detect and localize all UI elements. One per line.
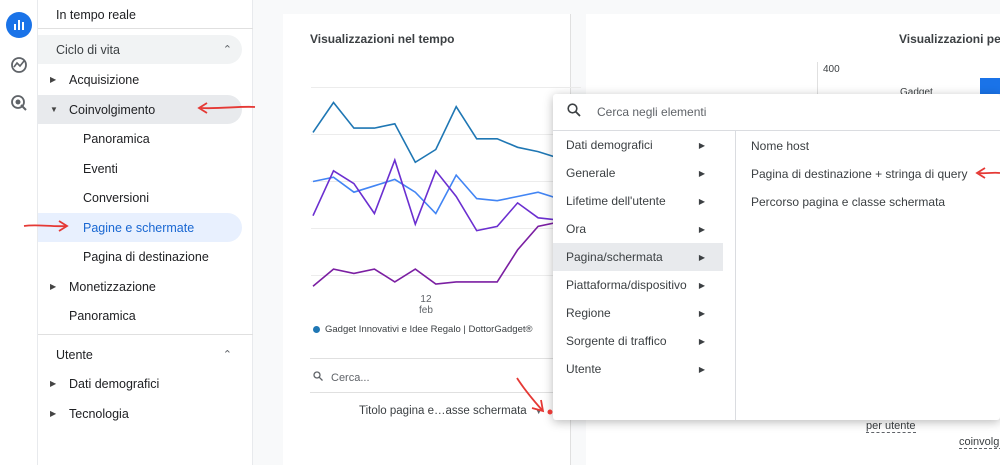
divider — [38, 334, 253, 335]
category-list: Dati demografici ▶ Generale ▶ Lifetime d… — [553, 131, 736, 420]
category-label: Generale — [566, 166, 616, 180]
chevron-right-icon: ▶ — [698, 140, 705, 150]
legend: Gadget Innovativi e Idee Regalo | Dottor… — [313, 324, 533, 335]
sidebar-item-conversions[interactable]: Conversioni — [38, 183, 242, 212]
chevron-right-icon: ▶ — [698, 280, 705, 290]
sidebar-item-label: Panoramica — [69, 308, 136, 323]
option-list: Nome host Pagina di destinazione + strin… — [737, 131, 1000, 420]
collapse-arrow-icon: ▼ — [50, 105, 58, 114]
category-time[interactable]: Ora ▶ — [553, 215, 723, 243]
column-header-engagement[interactable]: coinvolgi — [959, 436, 1000, 449]
sidebar-item-label: In tempo reale — [56, 7, 136, 22]
chevron-right-icon: ▶ — [698, 308, 705, 318]
expand-arrow-icon: ▶ — [50, 282, 57, 291]
category-general[interactable]: Generale ▶ — [553, 159, 723, 187]
annotation-arrow-landing-query — [975, 167, 1000, 179]
series-line-4 — [312, 221, 580, 287]
dropdown-search-placeholder: Cerca negli elementi — [597, 105, 707, 119]
sidebar-item-label: Pagine e schermate — [83, 220, 195, 235]
category-page-screen[interactable]: Pagina/schermata ▶ — [553, 243, 723, 271]
category-label: Utente — [566, 362, 602, 376]
legend-label: Gadget Innovativi e Idee Regalo | Dottor… — [325, 324, 533, 335]
x-tick-month: feb — [419, 305, 433, 316]
sidebar-item-label: Panoramica — [83, 131, 150, 146]
option-landing-page-query[interactable]: Pagina di destinazione + stringa di quer… — [751, 167, 967, 181]
chevron-right-icon: ▶ — [698, 224, 705, 234]
dimension-selector-label: Titolo pagina e…asse schermata — [359, 405, 527, 417]
category-user-lifetime[interactable]: Lifetime dell'utente ▶ — [553, 187, 723, 215]
section-label: Utente — [56, 347, 93, 362]
chevron-right-icon: ▶ — [698, 252, 705, 262]
search-icon — [313, 371, 323, 384]
category-label: Piattaforma/dispositivo — [566, 278, 687, 292]
chevron-right-icon: ▶ — [698, 336, 705, 346]
annotation-arrow-pages — [23, 220, 69, 232]
category-label: Regione — [566, 306, 611, 320]
search-placeholder: Cerca... — [331, 371, 370, 384]
sidebar: In tempo reale Ciclo di vita ⌃ ▶ Acquisi… — [38, 0, 253, 465]
section-label: Ciclo di vita — [56, 42, 120, 57]
right-axis-value: 400 — [823, 64, 840, 75]
sidebar-item-acquisition[interactable]: ▶ Acquisizione — [38, 65, 242, 94]
reports-icon[interactable] — [6, 12, 32, 38]
expand-arrow-icon: ▶ — [50, 75, 57, 84]
sidebar-item-lifecycle-overview[interactable]: Panoramica — [38, 301, 242, 330]
sidebar-item-landing-page[interactable]: Pagina di destinazione — [38, 242, 242, 271]
x-tick-day: 12 — [420, 294, 432, 305]
category-traffic-source[interactable]: Sorgente di traffico ▶ — [553, 327, 723, 355]
explore-icon[interactable] — [6, 52, 32, 78]
section-lifecycle[interactable]: Ciclo di vita ⌃ — [38, 35, 242, 64]
sidebar-item-label: Conversioni — [83, 190, 150, 205]
chevron-up-icon: ⌃ — [222, 349, 232, 361]
annotation-arrow-selector — [516, 377, 553, 415]
category-label: Lifetime dell'utente — [566, 194, 666, 208]
chevron-right-icon: ▶ — [698, 168, 705, 178]
dimension-dropdown: Cerca negli elementi Dati demografici ▶ … — [553, 94, 1000, 420]
category-platform-device[interactable]: Piattaforma/dispositivo ▶ — [553, 271, 723, 299]
sidebar-item-label: Eventi — [83, 161, 118, 176]
sidebar-item-monetization[interactable]: ▶ Monetizzazione — [38, 272, 242, 301]
dropdown-search[interactable]: Cerca negli elementi — [553, 94, 1000, 131]
chart-title: Visualizzazioni nel tempo — [310, 32, 455, 46]
option-page-path-screen-class[interactable]: Percorso pagina e classe schermata — [751, 195, 945, 209]
sidebar-item-events[interactable]: Eventi — [38, 154, 242, 183]
divider — [38, 28, 253, 29]
sidebar-item-label: Pagina di destinazione — [83, 249, 209, 264]
search-icon — [567, 102, 581, 122]
series-line-2 — [312, 173, 580, 215]
sidebar-item-label: Coinvolgimento — [69, 102, 156, 117]
sidebar-item-realtime[interactable]: In tempo reale — [38, 0, 242, 29]
sidebar-item-demographics[interactable]: ▶ Dati demografici — [38, 369, 242, 398]
expand-arrow-icon: ▶ — [50, 409, 57, 418]
chevron-right-icon: ▶ — [698, 364, 705, 374]
sidebar-item-label: Dati demografici — [69, 376, 160, 391]
series-line-1 — [312, 101, 580, 164]
sidebar-item-overview[interactable]: Panoramica — [38, 124, 242, 153]
sidebar-item-technology[interactable]: ▶ Tecnologia — [38, 399, 242, 428]
category-label: Pagina/schermata — [566, 250, 663, 264]
category-demographics[interactable]: Dati demografici ▶ — [553, 131, 723, 159]
right-chart-title: Visualizzazioni per T — [899, 32, 1000, 46]
sidebar-item-label: Acquisizione — [69, 72, 140, 87]
bar — [980, 78, 1000, 94]
table-search[interactable]: Cerca... — [313, 371, 370, 384]
advertising-icon[interactable] — [6, 90, 32, 116]
divider — [310, 358, 570, 359]
expand-arrow-icon: ▶ — [50, 379, 57, 388]
section-user[interactable]: Utente ⌃ — [38, 340, 242, 369]
annotation-arrow-engagement — [197, 102, 256, 114]
category-label: Ora — [566, 222, 587, 236]
option-hostname[interactable]: Nome host — [751, 139, 809, 153]
category-region[interactable]: Regione ▶ — [553, 299, 723, 327]
category-user[interactable]: Utente ▶ — [553, 355, 723, 383]
chevron-right-icon: ▶ — [698, 196, 705, 206]
legend-dot — [313, 326, 320, 333]
sidebar-item-label: Monetizzazione — [69, 279, 156, 294]
column-header-per-user[interactable]: per utente — [866, 420, 916, 433]
chevron-up-icon: ⌃ — [222, 44, 232, 56]
line-chart — [311, 87, 581, 287]
category-label: Dati demografici — [566, 138, 653, 152]
sidebar-item-label: Tecnologia — [69, 406, 129, 421]
category-label: Sorgente di traffico — [566, 334, 667, 348]
